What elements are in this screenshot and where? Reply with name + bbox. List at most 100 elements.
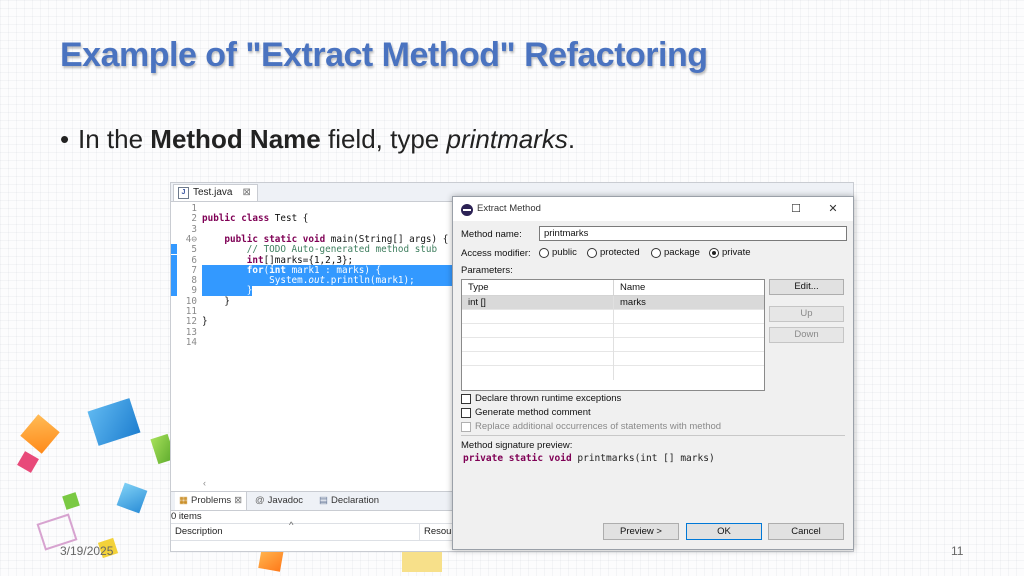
col-resource[interactable]: Resou [419,524,451,540]
table-row[interactable]: int [] marks [462,296,764,310]
declare-exceptions-label: Declare thrown runtime exceptions [475,393,622,404]
code-line[interactable]: 10 } [171,296,453,307]
eclipse-icon [461,204,473,216]
divider [461,435,845,436]
radio-private-label: private [722,247,751,258]
problems-icon: ▦ [179,495,188,506]
code-line[interactable]: 1 [171,203,453,214]
radio-circle-selected [709,247,719,258]
bullet-middle: field, type [320,124,447,154]
tab-problems-label: Problems [190,495,232,506]
radio-circle [587,247,597,258]
slide-page-number: 11 [951,544,964,558]
tab-test-java[interactable]: J Test.java ⊠ [173,184,258,201]
close-icon[interactable]: ⊠ [242,185,250,201]
replace-occurrences-checkbox[interactable]: Replace additional occurrences of statem… [461,421,721,432]
code-line[interactable]: 12} [171,316,453,327]
bullet-bold: Method Name [150,124,321,154]
items-count: 0 items [171,511,202,522]
replace-occurrences-label: Replace additional occurrences of statem… [475,421,722,432]
col-type[interactable]: Type [462,280,614,296]
code-line[interactable]: 9 } [171,285,453,297]
generate-comment-label: Generate method comment [475,407,591,418]
down-button[interactable]: Down [769,327,844,343]
bottom-panel-tabs: ▦ Problems ⊠ @ Javadoc ▤ Declaration [171,491,453,511]
slide-title: Example of "Extract Method" Refactoring [60,36,708,74]
edit-button[interactable]: Edit... [769,279,844,295]
signature-preview-label: Method signature preview: [461,440,573,451]
method-name-label: Method name: [461,229,522,240]
radio-circle [651,247,661,258]
ok-button[interactable]: OK [686,523,762,540]
col-name[interactable]: Name [614,280,764,296]
bullet-italic: printmarks [446,124,568,154]
cancel-button[interactable]: Cancel [768,523,844,540]
code-line[interactable]: 14 [171,336,453,348]
parameters-table[interactable]: Type Name int [] marks [461,279,765,391]
radio-package[interactable]: package [651,247,700,258]
java-file-icon: J [178,187,189,199]
radio-public-label: public [552,247,577,258]
bullet-suffix: . [567,124,576,154]
checkbox-box [461,393,471,404]
tab-problems[interactable]: ▦ Problems ⊠ [175,492,248,510]
radio-package-label: package [664,247,700,258]
declare-exceptions-checkbox[interactable]: Declare thrown runtime exceptions [461,393,621,404]
access-modifier-label: Access modifier: [461,248,531,259]
radio-private[interactable]: private [709,247,751,258]
bullet-text: • In the Method Name field, type printmar… [60,124,575,155]
javadoc-icon: @ [255,495,265,506]
slide-date: 3/19/2025 [60,544,114,558]
code-line[interactable]: 7 for(int mark1 : marks) { [171,264,453,276]
signature-keywords: private static void [463,453,572,464]
code-line[interactable]: 5 // TODO Auto-generated method stub [171,244,453,255]
tab-declaration-label: Declaration [330,495,380,506]
dialog-title: Extract Method [477,203,541,214]
tab-declaration[interactable]: ▤ Declaration [319,492,379,510]
checkbox-box [461,407,471,418]
table-row-empty [462,338,764,352]
close-icon[interactable]: ⊠ [234,492,242,510]
radio-circle [539,247,549,258]
decor-cube [402,550,442,572]
extract-method-dialog: Extract Method ☐ ✕ Method name: printmar… [452,196,854,550]
code-line[interactable]: 11 [171,306,453,317]
line-number: 14 [185,336,197,348]
radio-protected-label: protected [600,247,640,258]
tab-javadoc-label: Javadoc [267,495,304,506]
method-name-input[interactable]: printmarks [539,226,847,241]
col-description[interactable]: Description [175,524,223,540]
code-line[interactable]: 2 public class Test { [171,213,453,224]
horizontal-scrollbar[interactable]: ‹ [171,478,453,488]
signature-preview: private static void printmarks(int [] ma… [463,453,715,464]
preview-button[interactable]: Preview > [603,523,679,540]
code-line[interactable]: 4⊖ public static void main(String[] args… [171,234,453,245]
problems-table-header: Description ^ Resou [171,520,453,541]
table-row-empty [462,352,764,366]
code-line[interactable]: 3 [171,224,453,235]
tab-javadoc[interactable]: @ Javadoc [255,492,303,510]
param-type: int [] [462,296,614,310]
up-button[interactable]: Up [769,306,844,322]
signature-rest: printmarks(int [] marks) [571,453,715,464]
code-line[interactable]: 6 int[]marks={1,2,3}; [171,254,453,266]
maximize-icon[interactable]: ☐ [781,197,811,221]
close-icon[interactable]: ✕ [818,197,848,221]
code-line[interactable]: 8 System.out.println(mark1); [171,275,453,287]
radio-public[interactable]: public [539,247,577,258]
bullet-dot: • [60,124,70,154]
generate-comment-checkbox[interactable]: Generate method comment [461,407,591,418]
param-name: marks [620,297,646,308]
sort-arrow-icon: ^ [289,520,294,531]
declaration-icon: ▤ [319,495,328,506]
tab-label: Test.java [193,187,233,198]
checkbox-box [461,421,471,432]
dialog-titlebar: Extract Method ☐ ✕ [453,197,853,221]
parameters-label: Parameters: [461,265,513,276]
code-area[interactable]: 1 2 public class Test {3 4⊖ public static v… [171,203,453,493]
code-line[interactable]: 13 [171,327,453,338]
table-row-empty [462,310,764,324]
table-row-empty [462,366,764,380]
bullet-prefix: In the [78,124,151,154]
radio-protected[interactable]: protected [587,247,640,258]
